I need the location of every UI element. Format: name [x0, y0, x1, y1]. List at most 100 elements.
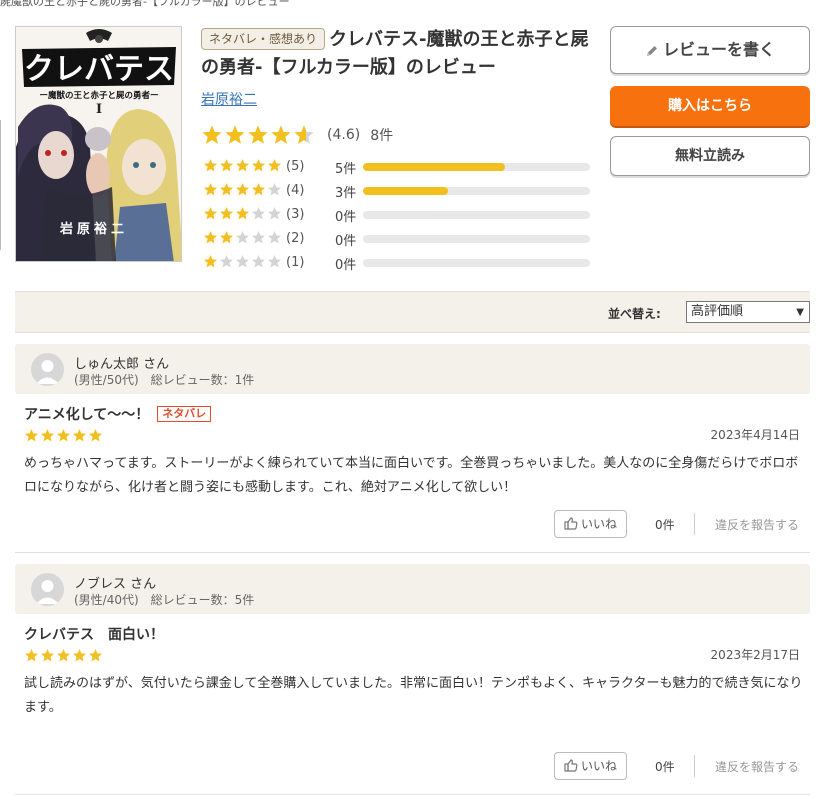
star-filled-icon	[267, 158, 282, 172]
review-separator	[15, 794, 810, 795]
review-title-text: アニメ化して～～！	[24, 407, 150, 423]
average-rating: (4.6) 8件	[201, 124, 393, 146]
distribution-count: 5件	[335, 162, 357, 177]
star-filled-icon	[88, 428, 103, 442]
star-filled-icon	[40, 428, 55, 442]
distribution-count: 3件	[335, 186, 357, 201]
review-body: 試し読みのはずが、気付いたら課金して全巻購入していました。非常に面白い！テンポも…	[24, 676, 803, 715]
free-read-button[interactable]: 無料立読み	[610, 136, 810, 176]
distribution-bar-fill	[363, 187, 449, 195]
distribution-row: (2) 0件	[203, 229, 593, 253]
distribution-label: (5)	[286, 159, 305, 174]
star-empty-icon	[235, 254, 250, 268]
book-cover[interactable]: クレバテス ー魔獣の王と赤子と屍の勇者ー I 岩原裕二	[15, 26, 182, 262]
left-panel-edge	[0, 120, 3, 250]
distribution-row: (1) 0件	[203, 253, 593, 277]
breadcrumb: 屍魔獣の王と赤子と屍の勇者-【フルカラー版】のレビュー	[0, 0, 290, 8]
star-filled-icon	[88, 648, 103, 662]
reviewer-meta: (男性/50代) 総レビュー数：1件	[74, 373, 255, 387]
star-filled-icon	[203, 182, 218, 196]
like-button[interactable]: いいね	[554, 752, 627, 780]
distribution-bar	[363, 163, 590, 171]
average-stars	[201, 124, 315, 146]
distribution-row: (5) 5件	[203, 157, 593, 181]
like-label: いいね	[580, 759, 617, 773]
author-link[interactable]: 岩原裕二	[201, 89, 257, 109]
report-link[interactable]: 違反を報告する	[715, 516, 799, 533]
reviewer-meta: (男性/40代) 総レビュー数：5件	[74, 593, 255, 607]
review-title: アニメ化して～～！ ネタバレ	[24, 404, 212, 424]
star-filled-icon	[251, 182, 266, 196]
distribution-stars	[203, 182, 282, 197]
thumbs-up-icon	[564, 759, 578, 772]
distribution-bar	[363, 187, 590, 195]
reviewer-name: しゅん太郎 さん	[74, 357, 170, 372]
distribution-label: (2)	[286, 231, 305, 246]
star-half-icon	[294, 125, 314, 144]
caret-down-icon: ▼	[796, 307, 804, 318]
sort-label: 並べ替え:	[608, 307, 661, 321]
review-date: 2023年2月17日	[710, 648, 800, 662]
divider	[694, 755, 695, 777]
review-date: 2023年4月14日	[710, 428, 800, 442]
distribution-bar	[363, 259, 590, 267]
star-empty-icon	[251, 254, 266, 268]
star-empty-icon	[251, 206, 266, 220]
star-filled-icon	[235, 182, 250, 196]
write-review-label: レビューを書く	[662, 40, 775, 59]
star-filled-icon	[203, 230, 218, 244]
thumbs-up-icon	[564, 517, 578, 530]
review-body: めっちゃハマってます。ストーリーがよく練られていて本当に面白いです。全巻買っちゃ…	[24, 456, 799, 495]
star-filled-icon	[203, 158, 218, 172]
reviewer-name: ノブレス さん	[74, 577, 157, 592]
review-title-text: クレバテス 面白い！	[24, 627, 164, 643]
buy-button[interactable]: 購入はこちら	[610, 86, 810, 126]
rating-distribution: (5) 5件 (4) 3件 (3) 0件 (2) 0件 (1) 0件	[203, 157, 593, 277]
distribution-stars	[203, 158, 282, 173]
star-filled-icon	[251, 158, 266, 172]
distribution-bar	[363, 235, 590, 243]
distribution-bar	[363, 211, 590, 219]
review-stars	[24, 648, 103, 663]
review-item: ノブレス さん (男性/40代) 総レビュー数：5件 クレバテス 面白い！ 20…	[15, 564, 810, 795]
distribution-label: (3)	[286, 207, 305, 222]
star-empty-icon	[267, 254, 282, 268]
star-filled-icon	[235, 158, 250, 172]
star-filled-icon	[225, 125, 245, 144]
write-review-button[interactable]: レビューを書く	[610, 26, 810, 74]
distribution-bar-fill	[363, 163, 505, 171]
pencil-icon	[646, 45, 657, 56]
distribution-label: (1)	[286, 255, 305, 270]
star-empty-icon	[267, 206, 282, 220]
like-button[interactable]: いいね	[554, 510, 627, 538]
average-value: (4.6)	[327, 127, 361, 143]
cover-author: 岩原裕二	[59, 221, 128, 237]
divider	[694, 513, 695, 535]
star-filled-icon	[24, 428, 39, 442]
distribution-row: (4) 3件	[203, 181, 593, 205]
star-filled-icon	[219, 182, 234, 196]
distribution-row: (3) 0件	[203, 205, 593, 229]
review-item: しゅん太郎 さん (男性/50代) 総レビュー数：1件 アニメ化して～～！ ネタ…	[15, 344, 810, 553]
star-filled-icon	[219, 230, 234, 244]
star-filled-icon	[248, 125, 268, 144]
star-empty-icon	[251, 230, 266, 244]
distribution-count: 0件	[335, 258, 357, 273]
star-filled-icon	[219, 206, 234, 220]
star-filled-icon	[203, 254, 218, 268]
review-title: クレバテス 面白い！	[24, 624, 164, 644]
sort-select[interactable]: 高評価順 ▼	[686, 301, 810, 323]
sort-selected-value: 高評価順	[691, 304, 744, 319]
review-header: しゅん太郎 さん (男性/50代) 総レビュー数：1件	[15, 344, 810, 394]
like-label: いいね	[580, 517, 617, 531]
star-filled-icon	[219, 158, 234, 172]
cover-subtitle: ー魔獣の王と赤子と屍の勇者ー	[39, 90, 158, 101]
distribution-count: 0件	[335, 210, 357, 225]
star-empty-icon	[267, 230, 282, 244]
report-link[interactable]: 違反を報告する	[715, 758, 799, 775]
cover-volume: I	[96, 102, 102, 117]
star-filled-icon	[56, 428, 71, 442]
review-separator	[15, 552, 810, 553]
star-empty-icon	[235, 230, 250, 244]
star-filled-icon	[56, 648, 71, 662]
